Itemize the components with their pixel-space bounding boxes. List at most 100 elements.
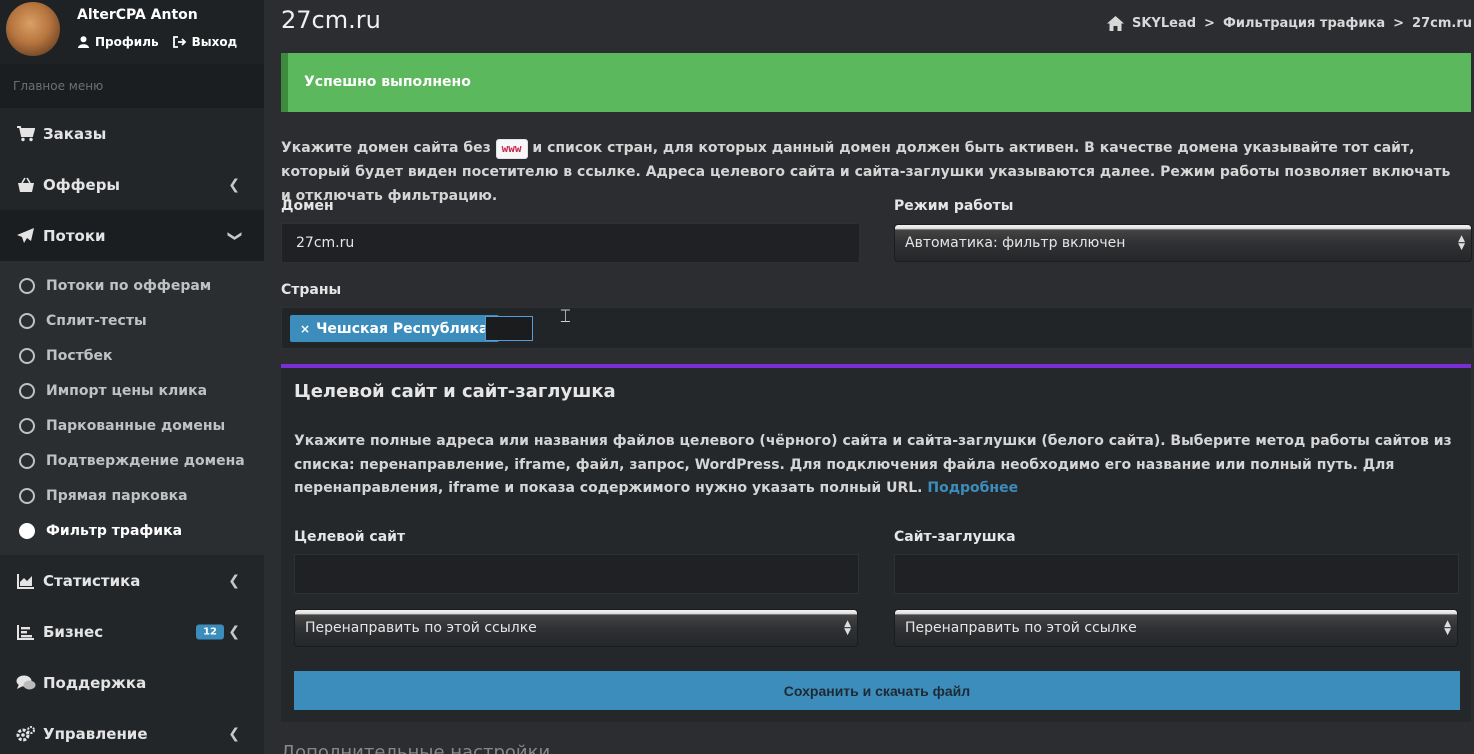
sidebar-item-label: Офферы [43, 175, 120, 194]
countries-input[interactable]: × Чешская Республика [281, 307, 1473, 349]
text-cursor-icon: ⌶ [560, 306, 571, 327]
area-chart-icon [16, 573, 36, 589]
logout-link-label: Выход [191, 35, 238, 49]
target-method-value: Перенаправить по этой ссылке [305, 620, 537, 636]
sidebar-subitem-domain-confirmation[interactable]: Подтверждение домена [0, 443, 264, 478]
sidebar-subitem-split-tests[interactable]: Сплит-тесты [0, 303, 264, 338]
box-description: Укажите полные адреса или названия файло… [294, 430, 1454, 501]
user-panel: AlterCPA Anton Профиль Выход [0, 0, 264, 64]
sidebar-subitem-postback[interactable]: Постбек [0, 338, 264, 373]
domain-label: Домен [281, 198, 334, 214]
save-download-button[interactable]: Сохранить и скачать файл [294, 671, 1460, 710]
circle-filled-icon [19, 522, 35, 539]
intro-text-part1: Укажите домен сайта без [281, 140, 491, 156]
cogs-icon [16, 725, 36, 742]
profile-link-label: Профиль [95, 35, 159, 49]
sidebar-subitem-parked-domains[interactable]: Паркованные домены [0, 408, 264, 443]
user-links: Профиль Выход [78, 35, 237, 49]
select-arrows-icon: ▲ ▼ [1458, 234, 1465, 252]
subitem-label: Прямая парковка [46, 487, 188, 504]
country-search-input[interactable] [485, 316, 533, 341]
sidebar-item-label: Поддержка [43, 673, 147, 692]
chevron-left-icon: ❮ [228, 623, 240, 640]
home-icon [1107, 16, 1124, 31]
box-text: Укажите полные адреса или названия файло… [294, 433, 1452, 496]
additional-settings-heading: Дополнительные настройки [281, 742, 551, 754]
chevron-left-icon: ❮ [228, 572, 240, 589]
sidebar-item-label: Статистика [43, 571, 141, 590]
stub-method-select[interactable]: Перенаправить по этой ссылке ▲ ▼ [894, 609, 1458, 647]
subitem-label: Постбек [46, 347, 113, 364]
subitem-label: Потоки по офферам [46, 277, 212, 294]
sidebar-item-label: Бизнес [43, 622, 104, 641]
sidebar-item-business[interactable]: Бизнес 12 ❮ [0, 606, 264, 657]
stub-site-input[interactable] [894, 554, 1459, 594]
profile-link[interactable]: Профиль [78, 35, 159, 49]
circle-icon [19, 277, 35, 294]
business-badge: 12 [196, 624, 224, 639]
sidebar-item-management[interactable]: Управление ❮ [0, 708, 264, 754]
sidebar-subitem-offer-flows[interactable]: Потоки по офферам [0, 268, 264, 303]
sidebar-item-label: Заказы [43, 124, 107, 143]
circle-icon [19, 417, 35, 434]
circle-icon [19, 452, 35, 469]
mode-select[interactable]: Автоматика: фильтр включен ▲ ▼ [894, 224, 1472, 262]
select-arrows-icon: ▲ ▼ [844, 619, 851, 637]
circle-icon [19, 487, 35, 504]
target-site-input[interactable] [294, 554, 859, 594]
breadcrumb: SKYLead > Фильтрация трафика > 27cm.ru [1107, 16, 1472, 31]
country-tag-label: Чешская Республика [316, 320, 489, 337]
sidebar-item-offers[interactable]: Офферы ❮ [0, 159, 264, 210]
sidebar-item-support[interactable]: Поддержка [0, 657, 264, 708]
user-icon [78, 36, 89, 48]
domain-input[interactable]: 27cm.ru [281, 223, 860, 263]
sidebar-item-statistics[interactable]: Статистика ❮ [0, 555, 264, 606]
breadcrumb-item-current: 27cm.ru [1412, 16, 1472, 31]
sign-out-icon [172, 36, 186, 48]
sidebar-item-flows[interactable]: Потоки ❮ [0, 210, 264, 261]
chevron-down-icon: ❮ [226, 229, 243, 242]
paper-plane-icon [16, 227, 36, 244]
mode-select-value: Автоматика: фильтр включен [905, 235, 1126, 251]
target-method-select[interactable]: Перенаправить по этой ссылке ▲ ▼ [294, 609, 858, 647]
www-code: www [495, 139, 528, 159]
target-stub-box: Целевой сайт и сайт-заглушка Укажите пол… [281, 364, 1471, 722]
circle-icon [19, 382, 35, 399]
breadcrumb-item[interactable]: Фильтрация трафика [1223, 16, 1385, 31]
sidebar-subitem-click-price-import[interactable]: Импорт цены клика [0, 373, 264, 408]
circle-icon [19, 312, 35, 329]
subitem-label: Фильтр трафика [46, 522, 183, 539]
user-name: AlterCPA Anton [77, 7, 198, 23]
domain-input-value: 27cm.ru [296, 235, 355, 251]
more-link[interactable]: Подробнее [927, 480, 1018, 496]
bar-chart-icon [16, 624, 36, 640]
comments-icon [16, 675, 36, 691]
target-site-label: Целевой сайт [294, 529, 406, 545]
select-arrows-icon: ▲ ▼ [1444, 619, 1451, 637]
sidebar: AlterCPA Anton Профиль Выход Главное мен… [0, 0, 264, 754]
mode-label: Режим работы [894, 198, 1014, 214]
breadcrumb-separator: > [1393, 16, 1405, 31]
country-tag[interactable]: × Чешская Республика [290, 315, 499, 342]
sidebar-item-orders[interactable]: Заказы [0, 108, 264, 159]
chevron-left-icon: ❮ [228, 725, 240, 742]
subitem-label: Паркованные домены [46, 417, 226, 434]
menu-header: Главное меню [0, 64, 264, 108]
avatar[interactable] [6, 2, 60, 56]
subitem-label: Сплит-тесты [46, 312, 147, 329]
sidebar-subitem-direct-parking[interactable]: Прямая парковка [0, 478, 264, 513]
sidebar-item-label: Потоки [43, 226, 106, 245]
chevron-left-icon: ❮ [228, 176, 240, 193]
circle-icon [19, 347, 35, 364]
breadcrumb-separator: > [1204, 16, 1215, 31]
breadcrumb-item[interactable]: SKYLead [1132, 16, 1196, 31]
subitem-label: Импорт цены клика [46, 382, 208, 399]
basket-icon [16, 177, 36, 193]
remove-tag-icon[interactable]: × [300, 322, 310, 336]
cart-icon [16, 125, 36, 142]
page-title: 27cm.ru [281, 6, 381, 34]
sidebar-subitem-traffic-filter[interactable]: Фильтр трафика [0, 513, 264, 548]
sidebar-item-label: Управление [43, 724, 148, 743]
main-content: 27cm.ru SKYLead > Фильтрация трафика > 2… [264, 0, 1474, 754]
logout-link[interactable]: Выход [172, 35, 238, 49]
